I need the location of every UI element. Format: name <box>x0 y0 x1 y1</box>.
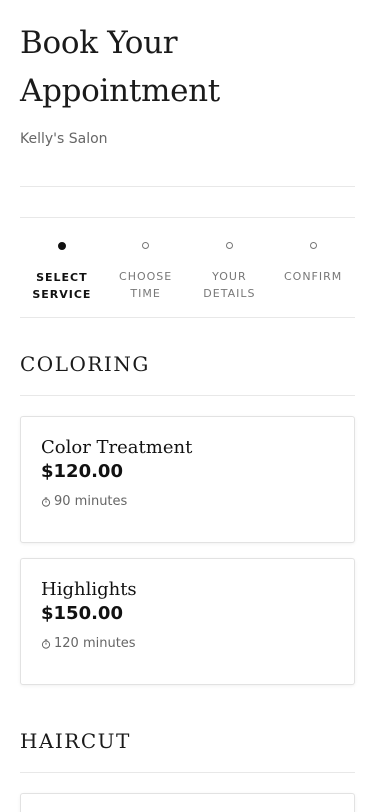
step-indicator-dot <box>142 242 150 249</box>
service-name: Color Treatment <box>41 437 193 458</box>
step-label: CONFIRM <box>283 270 343 283</box>
step-label: YOUR DETAILS <box>203 270 256 300</box>
step-label: CHOOSE TIME <box>119 270 173 300</box>
service-name: Highlights <box>41 579 137 600</box>
step-select-service[interactable]: SELECT SERVICE <box>20 218 104 318</box>
service-price: $120.00 <box>41 461 123 482</box>
step-choose-time[interactable]: CHOOSE TIME <box>104 218 188 318</box>
step-confirm[interactable]: CONFIRM <box>271 218 355 318</box>
stopwatch-icon <box>41 496 51 507</box>
section-title-coloring: COLORING <box>20 352 150 376</box>
duration-text: 120 minutes <box>54 636 136 651</box>
divider <box>20 317 355 318</box>
service-duration: 120 minutes <box>41 636 136 651</box>
service-card-partial[interactable] <box>20 793 355 812</box>
duration-text: 90 minutes <box>54 494 128 509</box>
service-card-highlights[interactable]: Highlights $150.00 120 minutes <box>20 558 355 685</box>
page-title: Book Your Appointment <box>20 25 220 109</box>
service-card-color-treatment[interactable]: Color Treatment $120.00 90 minutes <box>20 416 355 543</box>
step-indicator-dot <box>225 242 233 249</box>
divider <box>20 186 355 187</box>
step-indicator-dot <box>309 242 317 249</box>
salon-name: Kelly's Salon <box>20 131 108 147</box>
step-your-details[interactable]: YOUR DETAILS <box>188 218 272 318</box>
step-label: SELECT SERVICE <box>32 271 92 301</box>
divider <box>20 772 355 773</box>
service-duration: 90 minutes <box>41 494 127 509</box>
step-indicator-dot <box>57 242 66 250</box>
stopwatch-icon <box>41 638 51 649</box>
booking-steps: SELECT SERVICE CHOOSE TIME YOUR DETAILS … <box>20 218 355 318</box>
section-title-haircut: HAIRCUT <box>20 729 131 753</box>
divider <box>20 395 355 396</box>
service-price: $150.00 <box>41 603 123 624</box>
